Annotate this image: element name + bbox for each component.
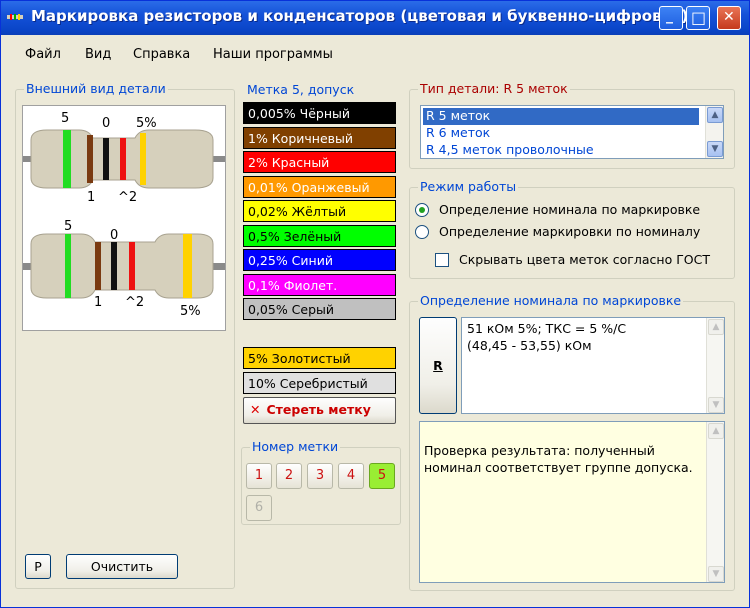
radio-dot (419, 207, 425, 213)
maximize-icon: □ (691, 8, 707, 27)
resistor1-band-3 (103, 138, 109, 180)
band-violet-button[interactable]: 0,1% Фиолет. (243, 274, 396, 296)
mode-by-marking-label[interactable]: Определение номинала по маркировке (439, 202, 700, 217)
band-number-3-button[interactable]: 3 (307, 463, 333, 489)
scroll-down-icon[interactable]: ▼ (707, 141, 723, 157)
resistor2-band-2 (95, 242, 101, 290)
part-type-scrollbar[interactable]: ▲ ▼ (705, 106, 723, 158)
window-title: Маркировка резисторов и конденсаторов (ц… (31, 7, 689, 25)
band-gold-button[interactable]: 5% Золотистый (243, 347, 396, 369)
erase-band-button[interactable]: ✕ Стереть метку (243, 397, 396, 424)
resistor2-label-top-1: 5 (64, 219, 72, 234)
app-window: Маркировка резисторов и конденсаторов (ц… (0, 0, 750, 608)
app-icon (7, 14, 23, 20)
resistor-preview: 5 0 5% 1 ^2 5 0 1 ^2 5% (22, 105, 226, 331)
result-scrollbar[interactable]: ▲ ▼ (706, 318, 724, 413)
hide-gost-label[interactable]: Скрывать цвета меток согласно ГОСТ (459, 252, 710, 267)
resistor1-label-top-3: 5% (136, 116, 157, 131)
band-brown-button[interactable]: 1% Коричневый (243, 127, 396, 149)
mode-by-value-label[interactable]: Определение маркировки по номиналу (439, 224, 700, 239)
check-scroll-up-icon: ▲ (708, 423, 724, 439)
check-line-2: номинал соответствует группе допуска. (424, 460, 693, 475)
result-scroll-down-icon: ▼ (708, 397, 724, 413)
resistor1-lead-right (213, 156, 225, 162)
band-blue-button[interactable]: 0,25% Синий (243, 249, 396, 271)
band-yellow-button[interactable]: 0,02% Жёлтый (243, 200, 396, 222)
minimize-button[interactable]: _ (659, 6, 683, 30)
menu-our-programs[interactable]: Наши программы (213, 47, 333, 62)
band-number-4-button[interactable]: 4 (338, 463, 364, 489)
menu-bar: Файл Вид Справка Наши программы (1, 35, 749, 77)
erase-icon: ✕ (250, 402, 261, 417)
part-type-list[interactable]: R 5 меток R 6 меток R 4,5 меток проволоч… (420, 105, 724, 159)
menu-help[interactable]: Справка (133, 47, 190, 62)
band-number-1-button[interactable]: 1 (246, 463, 272, 489)
part-type-option-6[interactable]: R 6 меток (423, 125, 699, 142)
p-button[interactable]: P (25, 554, 51, 579)
band-silver-button[interactable]: 10% Серебристый (243, 372, 396, 394)
result-title: Определение номинала по маркировке (418, 293, 684, 308)
band-red-button[interactable]: 2% Красный (243, 151, 396, 173)
check-scrollbar[interactable]: ▲ ▼ (706, 422, 724, 582)
resistor1-band-1 (63, 130, 71, 188)
resistor1-label-bottom-2: ^2 (118, 190, 137, 205)
resistor2-band-1 (65, 234, 71, 298)
close-button[interactable]: ✕ (717, 6, 741, 30)
result-line-2: (48,45 - 53,55) кОм (467, 338, 592, 353)
resistor1-band-4 (120, 138, 126, 180)
band-number-2-button[interactable]: 2 (276, 463, 302, 489)
resistor1-band-5 (140, 133, 146, 185)
check-result-text[interactable]: Проверка результата: полученный номинал … (419, 421, 725, 583)
resistor2-band-5 (183, 234, 192, 298)
hide-gost-checkbox[interactable] (435, 253, 449, 267)
part-type-option-wire[interactable]: R 4,5 меток проволочные (423, 142, 699, 159)
mode-title: Режим работы (418, 179, 519, 194)
resistor-drawing: 5 0 5% 1 ^2 5 0 1 ^2 5% (23, 111, 225, 319)
r-button[interactable]: R (419, 317, 457, 414)
menu-view[interactable]: Вид (85, 47, 111, 62)
check-scroll-down-icon: ▼ (708, 566, 724, 582)
resistor2-band-4 (129, 242, 135, 290)
mode-by-marking-radio[interactable] (415, 203, 429, 217)
close-icon: ✕ (723, 9, 735, 25)
part-type-option-5[interactable]: R 5 меток (423, 108, 699, 125)
part-type-title: Тип детали: R 5 меток (418, 81, 570, 96)
menu-file[interactable]: Файл (25, 47, 61, 62)
band-black-button[interactable]: 0,005% Чёрный (243, 102, 396, 124)
resistor2-label-top-2: 0 (110, 228, 118, 243)
resistor1-label-bottom-1: 1 (87, 190, 95, 205)
result-line-1: 51 кОм 5%; ТКС = 5 %/С (467, 321, 627, 336)
maximize-button[interactable]: □ (686, 6, 710, 30)
minimize-icon: _ (666, 8, 673, 24)
scroll-up-icon[interactable]: ▲ (707, 107, 723, 123)
title-bar[interactable]: Маркировка резисторов и конденсаторов (ц… (1, 1, 749, 35)
check-line-1: Проверка результата: полученный (424, 443, 655, 458)
resistor2-band-3 (111, 242, 117, 290)
result-scroll-up-icon: ▲ (708, 319, 724, 335)
band-gray-button[interactable]: 0,05% Серый (243, 298, 396, 320)
resistor2-label-bottom-2: ^2 (125, 295, 144, 310)
resistor1-band-2 (87, 135, 93, 183)
band-orange-button[interactable]: 0,01% Оранжевый (243, 176, 396, 198)
band-number-5-button[interactable]: 5 (369, 463, 395, 489)
erase-band-label: Стереть метку (266, 402, 371, 417)
band-number-6-button: 6 (246, 495, 272, 521)
resistor2-label-bottom-3: 5% (180, 304, 201, 319)
clear-all-button[interactable]: Очистить (66, 554, 178, 579)
mode-by-value-radio[interactable] (415, 225, 429, 239)
band-green-button[interactable]: 0,5% Зелёный (243, 225, 396, 247)
band-number-title: Номер метки (250, 439, 341, 454)
appearance-title: Внешний вид детали (24, 81, 168, 96)
resistor2-label-bottom-1: 1 (94, 295, 102, 310)
resistor1-label-top-1: 5 (61, 111, 69, 126)
band-group-title: Метка 5, допуск (245, 82, 357, 97)
resistor2-lead-right (213, 263, 225, 270)
resistor1-label-top-2: 0 (102, 116, 110, 131)
result-text[interactable]: 51 кОм 5%; ТКС = 5 %/С (48,45 - 53,55) к… (461, 317, 725, 414)
